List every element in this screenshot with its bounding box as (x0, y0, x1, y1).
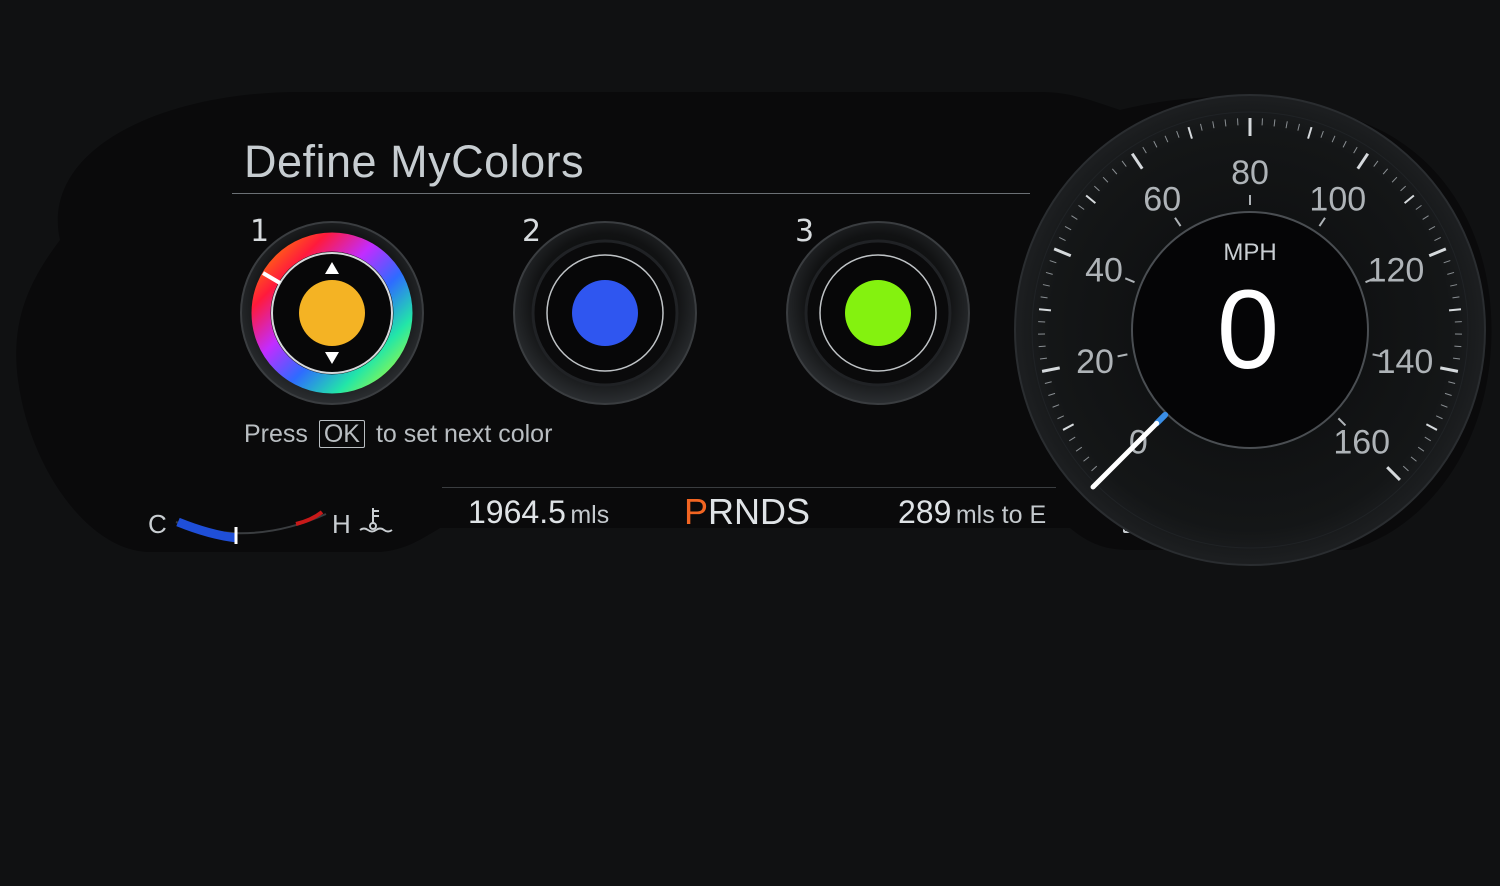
speed-tick (1448, 308, 1462, 312)
speed-scale-label: 160 (1333, 424, 1390, 462)
digital-speed-readout: 0 (1217, 267, 1279, 392)
speed-tick (1038, 345, 1046, 348)
speed-scale-label: 20 (1076, 343, 1114, 381)
speed-scale-label: 40 (1085, 252, 1123, 290)
speed-scale-label: 120 (1368, 252, 1425, 290)
speed-tick (1038, 308, 1052, 312)
speedometer: 020406080100120140160 MPH 0 (1014, 94, 1486, 566)
speed-scale-label: 60 (1143, 181, 1181, 219)
speed-tick (1454, 345, 1462, 348)
instrument-cluster: Define MyColors 1 2 3 Press OK to set ne… (0, 0, 1500, 886)
speed-unit-label: MPH (1223, 239, 1276, 266)
speed-scale-label: 100 (1309, 181, 1366, 219)
speed-scale-label: 140 (1377, 343, 1434, 381)
speed-scale-label: 80 (1231, 154, 1269, 192)
